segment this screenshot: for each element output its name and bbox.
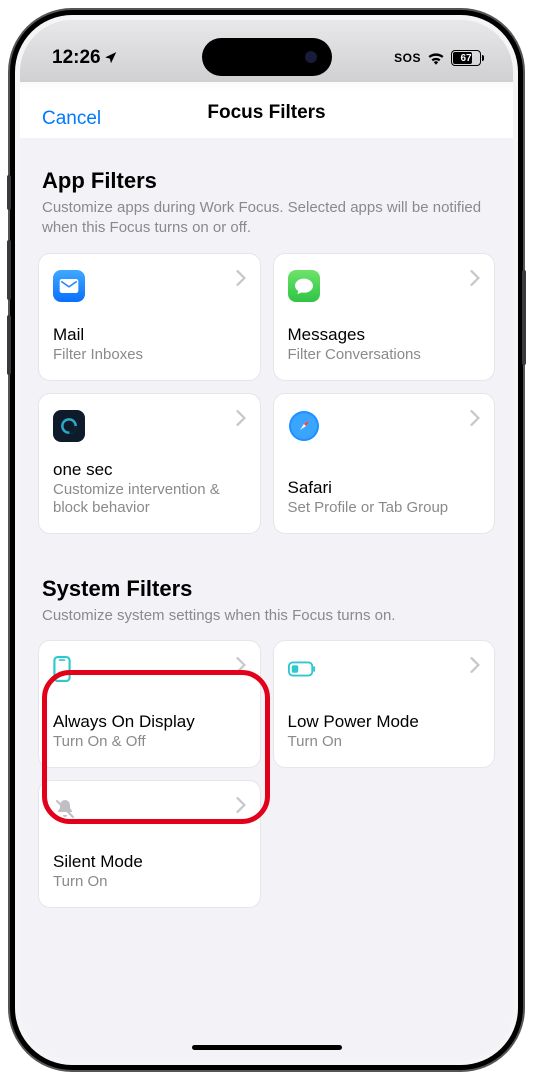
safari-icon [288, 410, 320, 442]
card-title: Messages [288, 325, 481, 345]
chevron-right-icon [236, 410, 246, 431]
screen: 12:26 SOS 67 Cancel [20, 20, 513, 1060]
card-title: Safari [288, 478, 481, 498]
filter-card-onesec[interactable]: one sec Customize intervention & block b… [38, 393, 261, 534]
mail-icon [53, 270, 85, 302]
card-subtitle: Turn On & Off [53, 733, 246, 751]
sos-indicator: SOS [394, 51, 421, 65]
bell-slash-icon [53, 797, 81, 821]
card-title: Silent Mode [53, 852, 246, 872]
phone-icon [53, 657, 81, 681]
card-subtitle: Filter Conversations [288, 346, 481, 364]
chevron-right-icon [236, 797, 246, 818]
system-filters-desc: Customize system settings when this Focu… [38, 602, 495, 640]
chevron-right-icon [470, 657, 480, 678]
card-subtitle: Set Profile or Tab Group [288, 499, 481, 517]
card-subtitle: Customize intervention & block behavior [53, 481, 246, 517]
filter-card-mail[interactable]: Mail Filter Inboxes [38, 253, 261, 381]
card-title: one sec [53, 460, 246, 480]
battery-icon [288, 657, 316, 681]
card-title: Low Power Mode [288, 712, 481, 732]
filter-card-low-power-mode[interactable]: Low Power Mode Turn On [273, 640, 496, 768]
volume-up-button [7, 240, 11, 300]
system-filters-section: System Filters Customize system settings… [38, 576, 495, 908]
power-button [522, 270, 526, 365]
location-icon [104, 51, 118, 65]
chevron-right-icon [470, 410, 480, 431]
chevron-right-icon [470, 270, 480, 291]
system-filters-title: System Filters [38, 576, 495, 602]
card-subtitle: Filter Inboxes [53, 346, 246, 364]
cancel-button[interactable]: Cancel [42, 108, 101, 130]
messages-icon [288, 270, 320, 302]
chevron-right-icon [236, 657, 246, 678]
home-indicator[interactable] [192, 1045, 342, 1050]
wifi-icon [427, 51, 445, 65]
card-title: Always On Display [53, 712, 246, 732]
card-subtitle: Turn On [53, 873, 246, 891]
card-subtitle: Turn On [288, 733, 481, 751]
status-time: 12:26 [52, 47, 101, 69]
onesec-icon [53, 410, 85, 442]
mute-switch [7, 175, 11, 210]
app-filters-title: App Filters [38, 168, 495, 194]
chevron-right-icon [236, 270, 246, 291]
filter-card-always-on-display[interactable]: Always On Display Turn On & Off [38, 640, 261, 768]
dynamic-island [202, 38, 332, 76]
card-title: Mail [53, 325, 246, 345]
volume-down-button [7, 315, 11, 375]
app-filters-desc: Customize apps during Work Focus. Select… [38, 194, 495, 253]
battery-indicator: 67 [451, 50, 481, 66]
content: App Filters Customize apps during Work F… [20, 168, 513, 1060]
page-title: Focus Filters [38, 102, 495, 124]
filter-card-silent-mode[interactable]: Silent Mode Turn On [38, 780, 261, 908]
app-filters-section: App Filters Customize apps during Work F… [38, 168, 495, 534]
phone-frame: 12:26 SOS 67 Cancel [10, 10, 523, 1070]
filter-card-safari[interactable]: Safari Set Profile or Tab Group [273, 393, 496, 534]
filter-card-messages[interactable]: Messages Filter Conversations [273, 253, 496, 381]
